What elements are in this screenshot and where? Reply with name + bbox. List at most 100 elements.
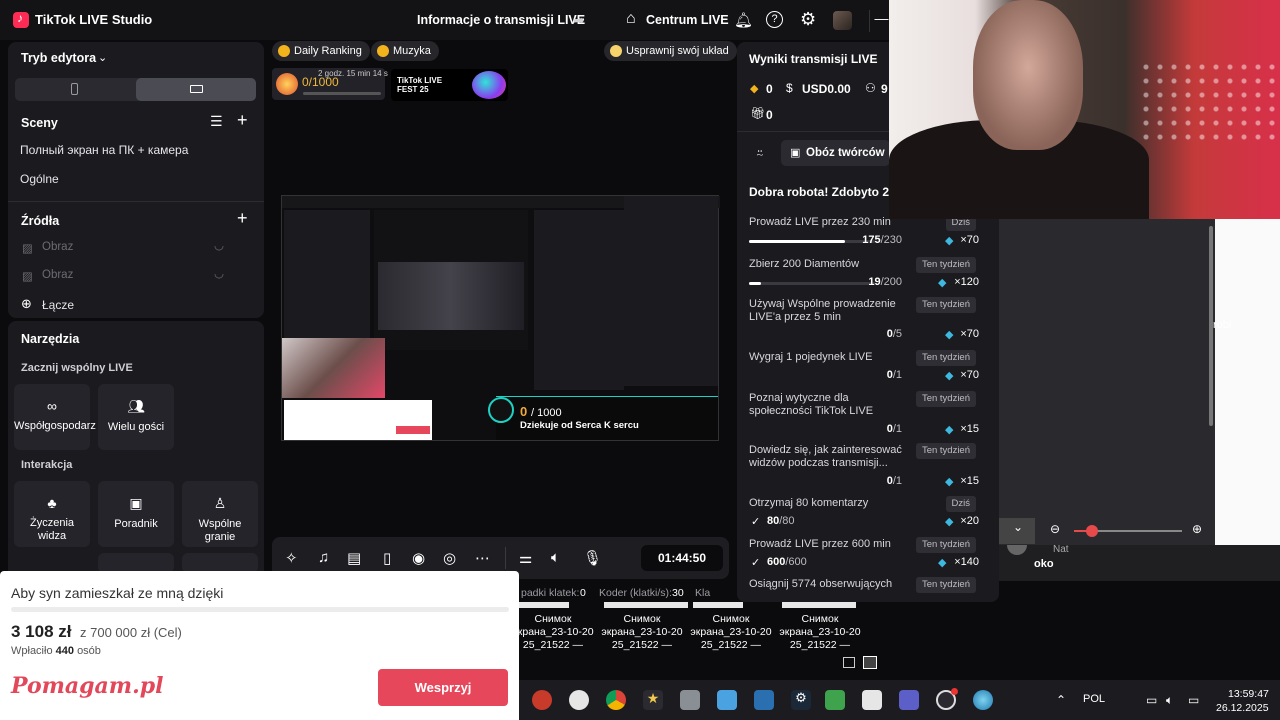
viewer-wishes-button[interactable]: ♣ Życzenia widza (14, 481, 90, 547)
stream-info-button[interactable]: Informacje o transmisji LIVE (417, 13, 585, 27)
record-icon[interactable]: ◉ (412, 549, 425, 567)
app-clock-icon[interactable] (569, 690, 589, 710)
source-item[interactable]: Łącze (42, 298, 74, 312)
chrome-icon[interactable] (606, 690, 626, 710)
camera-icon[interactable]: ◎ (443, 549, 456, 567)
results-title: Wyniki transmisji LIVE (749, 52, 878, 66)
co-play-button[interactable]: ♙ Wspólne granie (182, 481, 258, 547)
scene-item[interactable]: Ogólne (20, 172, 59, 186)
encoder-value: 30 (672, 587, 684, 599)
share-icon[interactable]: ➦ (573, 12, 585, 29)
list-icon[interactable]: ☰ (210, 113, 223, 130)
game-icon[interactable] (825, 690, 845, 710)
speaker-icon[interactable]: 🔈︎ (551, 549, 560, 566)
goal-progress: 0/1000 (302, 75, 339, 89)
language-indicator[interactable]: POL (1083, 693, 1105, 705)
home-icon[interactable]: ⌂ (626, 10, 636, 28)
chevron-down-icon[interactable]: ⌄ (98, 51, 107, 64)
music-chip[interactable]: Muzyka (371, 41, 439, 61)
desktop-file[interactable]: Снимок экрана_23-10-20 25_21522 — (600, 613, 684, 652)
media-player-icon[interactable] (862, 690, 882, 710)
editor-mode-dropdown[interactable]: Tryb edytora (21, 51, 96, 65)
battery-icon[interactable]: ▭ (1188, 693, 1199, 707)
tiles-view-icon[interactable] (863, 656, 877, 669)
task-reward: ×70 (960, 369, 979, 381)
task-reward: ×70 (960, 328, 979, 340)
add-scene-icon[interactable]: + (237, 110, 248, 131)
gift-box-icon[interactable]: ▤ (347, 549, 361, 567)
collab-section-title: Zacznij wspólny LIVE (21, 362, 133, 374)
task-period-badge: Ten tydzień (915, 257, 976, 273)
steam-icon[interactable]: ⚙ (791, 690, 811, 710)
task-period-badge: Dziś (945, 496, 976, 512)
tool-card-partial[interactable] (98, 553, 174, 573)
phone-icon[interactable]: ▯ (383, 549, 391, 567)
live-fest-label: TikTok LIVE FEST 25 (397, 76, 443, 94)
bell-icon[interactable]: 🔔︎ (734, 11, 753, 29)
chevron-up-icon[interactable]: ⌃ (1056, 693, 1066, 707)
file-thumbnail (782, 602, 856, 608)
person-graph-icon[interactable]: ⍨ (756, 146, 764, 162)
magic-wand-icon[interactable]: ✧ (285, 549, 298, 567)
webcam-feed (889, 0, 1280, 219)
details-view-icon[interactable] (843, 657, 855, 668)
gem-icon: ◆ (945, 329, 954, 341)
improve-layout-chip[interactable]: Usprawnij swój układ (604, 41, 737, 61)
music-note-icon[interactable]: ♫ (318, 549, 329, 566)
tool-card-partial[interactable] (182, 553, 258, 573)
eye-hidden-icon[interactable]: ◡ (214, 266, 224, 280)
box-app-icon[interactable] (680, 690, 700, 710)
photos-icon[interactable] (717, 690, 737, 710)
task-title: Otrzymaj 80 komentarzy (749, 497, 869, 509)
support-button[interactable]: Wesprzyj (378, 669, 508, 706)
portrait-mode-button[interactable] (15, 78, 135, 101)
scene-item[interactable]: Полный экран на ПК + камера (20, 143, 188, 157)
browser-icon[interactable] (973, 690, 993, 710)
task-progress-count: 0/1 (886, 475, 902, 487)
star-app-icon[interactable]: ★ (643, 690, 663, 710)
network-icon[interactable]: ▭ (1146, 693, 1157, 707)
usd-amount: USD0.00 (802, 82, 851, 96)
source-item[interactable]: Obraz (42, 241, 73, 253)
desktop-file[interactable]: Снимок экрана_23-10-20 25_21522 — (689, 613, 773, 652)
image-icon: ▨ (22, 243, 33, 255)
task-title: Prowadź LIVE przez 230 min (749, 216, 891, 228)
zoom-slider-thumb[interactable] (1086, 525, 1098, 537)
hearts-text: Dziekuje od Serca K sercu (520, 420, 639, 431)
task-period-badge: Ten tydzień (915, 297, 976, 313)
clock-date[interactable]: 26.12.2025 (1216, 702, 1269, 714)
daily-ranking-chip[interactable]: Daily Ranking (272, 41, 370, 61)
source-item[interactable]: Obraz (42, 269, 73, 281)
help-icon[interactable]: ? (766, 11, 783, 28)
image-viewer-icon[interactable] (754, 690, 774, 710)
gem-icon: ◆ (945, 370, 954, 382)
image-icon: ▨ (22, 271, 33, 283)
task-progress-count: 600/600 (767, 556, 807, 568)
microphone-icon[interactable]: 🎙︎ (583, 549, 602, 567)
divider (8, 201, 264, 202)
teams-icon[interactable] (899, 690, 919, 710)
guide-button[interactable]: ▣ Poradnik (98, 481, 174, 547)
multi-guest-button[interactable]: 👥︎ Wielu gości (98, 384, 174, 450)
live-center-button[interactable]: Centrum LIVE (646, 13, 729, 27)
clock-time[interactable]: 13:59:47 (1228, 688, 1269, 700)
app-r-icon[interactable] (532, 690, 552, 710)
more-icon[interactable]: ⋯ (475, 549, 490, 567)
camp-icon: ▣ (790, 147, 801, 159)
avatar[interactable] (833, 11, 852, 30)
landscape-mode-button[interactable] (136, 78, 256, 101)
desktop-file[interactable]: Снимок экрана_23-10-20 25_21522 — (778, 613, 862, 652)
eye-hidden-icon[interactable]: ◡ (214, 238, 224, 252)
desktop-file[interactable]: Снимок экрана_23-10-20 25_21522 — (511, 613, 595, 652)
zoom-in-icon[interactable]: ⊕ (1192, 522, 1202, 536)
tool-label: Wspólne granie (198, 518, 242, 543)
task-period-badge: Ten tydzień (915, 537, 976, 553)
gear-icon[interactable]: ⚙ (800, 9, 816, 30)
gifts-count: 0 (766, 108, 773, 122)
add-source-icon[interactable]: + (237, 208, 248, 229)
sliders-icon[interactable]: ⚌ (519, 549, 532, 567)
task-progress-count: 0/1 (886, 423, 902, 435)
volume-icon[interactable]: 🔈︎ (1166, 693, 1173, 708)
zoom-out-icon[interactable]: ⊖ (1050, 522, 1060, 536)
cohost-button[interactable]: ∞ Współgospodarz (14, 384, 96, 450)
